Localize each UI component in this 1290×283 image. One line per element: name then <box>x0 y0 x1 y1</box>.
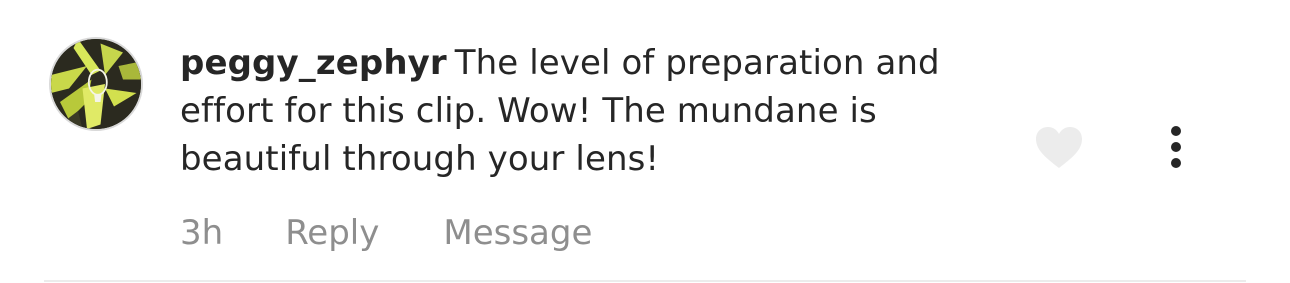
more-vertical-icon[interactable] <box>1160 124 1192 170</box>
reply-button[interactable]: Reply <box>285 210 379 256</box>
heart-icon[interactable] <box>1034 126 1084 170</box>
divider <box>44 280 1246 282</box>
comment-username[interactable]: peggy_zephyr <box>180 43 447 83</box>
avatar-image <box>51 39 141 129</box>
message-button[interactable]: Message <box>443 210 592 256</box>
comment-timestamp: 3h <box>180 213 224 253</box>
avatar[interactable] <box>49 37 143 131</box>
comment-meta: 3h Reply Message <box>180 210 592 256</box>
comment-body: peggy_zephyr The level of preparation and… <box>180 39 1000 183</box>
comment-item: peggy_zephyr The level of preparation and… <box>0 0 1290 283</box>
